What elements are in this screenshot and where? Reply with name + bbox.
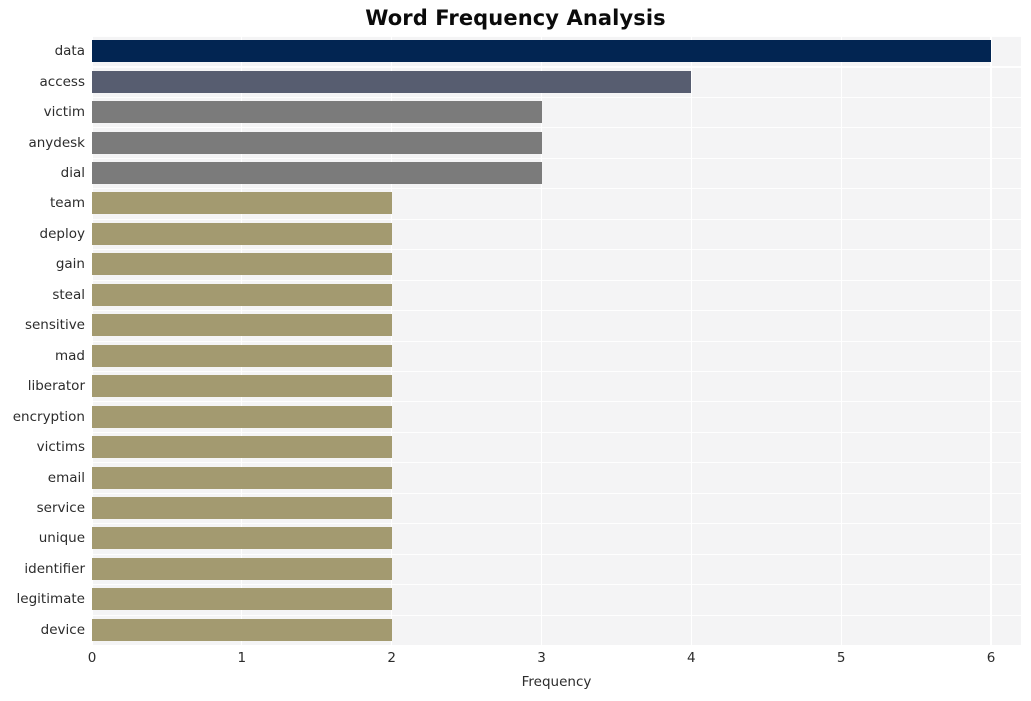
y-axis-tick-label: legitimate [16,591,85,608]
y-axis-tick-label: gain [55,256,85,273]
horizontal-gridline-16 [92,523,1021,525]
y-axis-tick-label: encryption [12,408,85,425]
horizontal-gridline-18 [92,584,1021,586]
horizontal-gridline-4 [92,157,1021,159]
bar [92,222,392,245]
x-axis-tick-label: 2 [387,650,396,666]
bar [92,618,392,641]
bar [92,466,392,489]
bar [92,131,542,154]
horizontal-gridline-6 [92,218,1021,220]
y-axis-tick-label: deploy [39,225,85,242]
horizontal-gridline-2 [92,96,1021,98]
y-axis-tick-labels: data access victim anydesk dial team deploy gai… [0,36,85,645]
x-axis-label: Frequency [521,674,592,690]
x-axis-tick-labels: 0 1 2 3 4 5 6 [0,650,1031,672]
bar [92,283,392,306]
horizontal-gridline-14 [92,462,1021,464]
bar [92,405,392,428]
y-axis-tick-label: unique [38,530,85,547]
horizontal-gridline-19 [92,614,1021,616]
bar [92,253,392,276]
y-axis-tick-label: team [49,195,85,212]
y-axis-tick-label: anydesk [28,134,85,151]
bar [92,314,392,337]
bar [92,70,692,93]
bar [92,436,392,459]
bar [92,192,392,215]
y-axis-tick-label: liberator [27,378,85,395]
plot-area [92,36,1021,645]
horizontal-gridline-15 [92,492,1021,494]
horizontal-gridline-9 [92,310,1021,312]
bar [92,344,392,367]
horizontal-gridline-3 [92,127,1021,129]
y-axis-tick-label: victims [36,439,85,456]
y-axis-tick-label: dial [60,165,85,182]
horizontal-gridline-12 [92,401,1021,403]
horizontal-gridline-17 [92,553,1021,555]
y-axis-tick-label: service [36,499,85,516]
horizontal-gridline-11 [92,370,1021,373]
bar [92,588,392,611]
bar [92,375,392,398]
y-axis-tick-label: victim [43,104,85,121]
y-axis-tick-label: access [39,73,86,90]
x-axis-tick-label: 1 [237,650,247,666]
horizontal-gridline-5 [92,188,1021,190]
bar [92,557,392,580]
y-axis-tick-label: data [54,43,85,60]
y-axis-tick-label: device [40,621,85,638]
chart-title: Word Frequency Analysis [365,6,666,30]
y-axis-tick-label: steal [52,286,85,303]
y-axis-tick-label: sensitive [24,317,85,334]
y-axis-tick-label: mad [55,347,85,364]
horizontal-gridline-8 [92,279,1021,281]
word-frequency-chart-figure: Word Frequency Analysis data access victim… [0,0,1031,701]
horizontal-gridline-1 [92,66,1021,68]
horizontal-gridline-0 [92,36,1021,38]
y-axis-tick-label: identifier [24,560,85,577]
y-axis-tick-label: email [47,469,85,486]
x-axis-tick-label: 5 [836,650,846,666]
x-axis-tick-label: 0 [87,650,97,666]
bar [92,101,542,124]
bar [92,162,542,185]
x-axis-tick-label: 4 [687,650,696,666]
bar [92,496,392,519]
x-axis-tick-label: 3 [537,650,546,666]
horizontal-gridline-13 [92,431,1021,433]
bar [92,527,392,550]
horizontal-gridline-7 [92,249,1021,251]
horizontal-gridline-10 [92,340,1021,342]
x-axis-tick-label: 6 [986,650,996,666]
bar [92,40,992,63]
